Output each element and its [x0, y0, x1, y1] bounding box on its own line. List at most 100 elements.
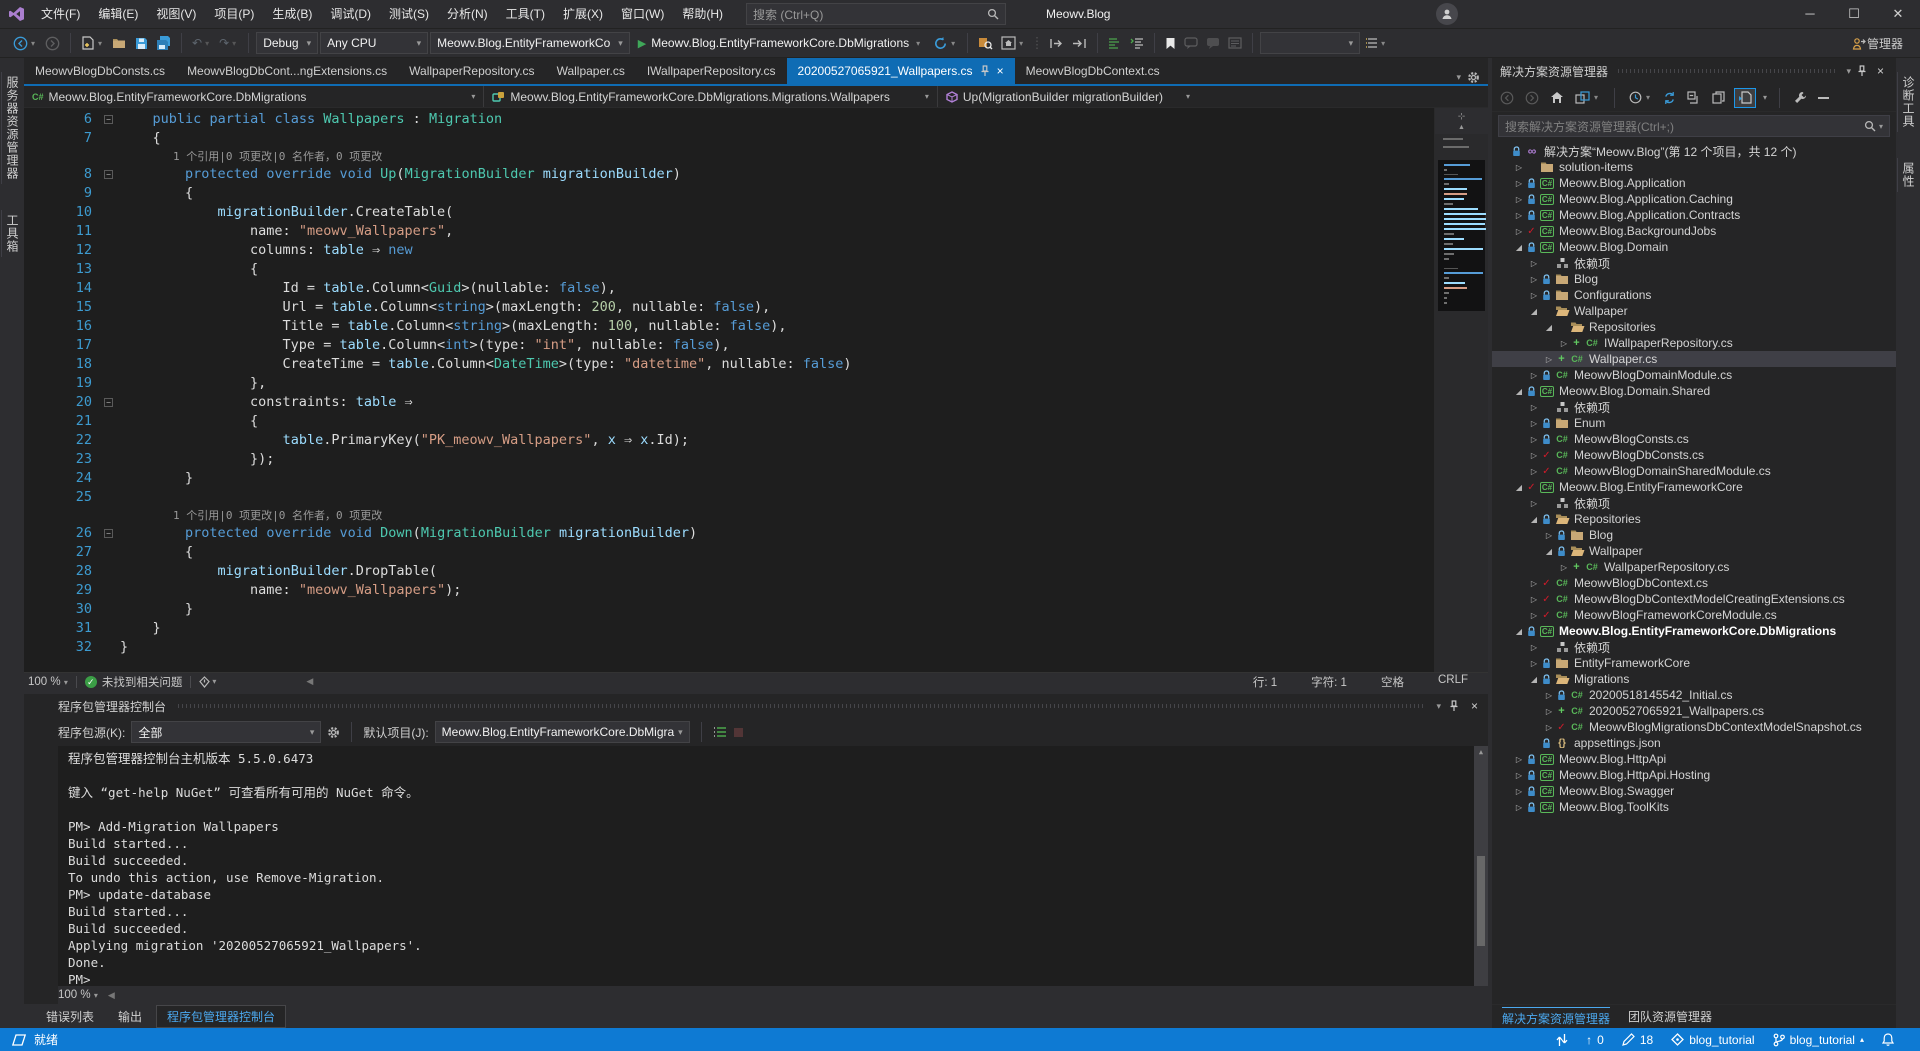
menu-item[interactable]: 视图(V) — [147, 7, 205, 21]
code-line[interactable]: 30 } — [24, 600, 1434, 619]
toggle-outline-button[interactable] — [1225, 31, 1245, 55]
tree-item[interactable]: ◢C#Meowv.Blog.Domain.Shared — [1492, 383, 1896, 399]
chevron-right-icon[interactable]: ▷ — [1528, 595, 1540, 604]
tree-item[interactable]: ◢✓C#Meowv.Blog.EntityFrameworkCore — [1492, 479, 1896, 495]
tree-item[interactable]: ▷✓C#Meowv.Blog.BackgroundJobs — [1492, 223, 1896, 239]
se-refresh-button[interactable] — [1661, 88, 1678, 108]
save-all-button[interactable] — [153, 31, 174, 55]
code-line[interactable]: 19 }, — [24, 374, 1434, 393]
console-scroll-thumb[interactable] — [1477, 856, 1485, 946]
codelens-text[interactable]: 1 个引用|0 项更改|0 名作者，0 项更改 — [120, 148, 382, 165]
pin-icon[interactable] — [1449, 700, 1459, 712]
tree-item[interactable]: ▷依赖项 — [1492, 255, 1896, 271]
panel-tab[interactable]: 错误列表 — [36, 1006, 104, 1027]
splitter-handle-icon[interactable]: ⊹ — [1458, 111, 1466, 122]
panel-tab[interactable]: 输出 — [108, 1006, 152, 1027]
git-branch-button[interactable]: blog_tutorial▴ — [1773, 1033, 1864, 1047]
fold-collapse-icon[interactable]: − — [104, 170, 113, 179]
chevron-expanded-icon[interactable]: ◢ — [1513, 483, 1525, 492]
chevron-right-icon[interactable]: ▷ — [1528, 579, 1540, 588]
code-line[interactable]: 25 — [24, 488, 1434, 507]
se-show-all-files-button[interactable] — [1710, 88, 1727, 108]
tree-item[interactable]: ◢Repositories — [1492, 319, 1896, 335]
chevron-right-icon[interactable]: ▷ — [1558, 339, 1570, 348]
codelens-indicator[interactable]: 1 个引用|0 项更改|0 名作者，0 项更改 — [24, 507, 1434, 524]
save-button[interactable] — [132, 31, 151, 55]
chevron-right-icon[interactable]: ▷ — [1513, 211, 1525, 220]
chevron-expanded-icon[interactable]: ◢ — [1543, 547, 1555, 556]
chevron-right-icon[interactable]: ▷ — [1528, 643, 1540, 652]
bookmark-button[interactable] — [1162, 31, 1179, 55]
chevron-right-icon[interactable]: ▷ — [1543, 531, 1555, 540]
chevron-right-icon[interactable]: ▷ — [1528, 611, 1540, 620]
chevron-right-icon[interactable]: ▷ — [1528, 403, 1540, 412]
code-line[interactable]: 9 { — [24, 184, 1434, 203]
fold-column[interactable]: − — [104, 110, 120, 129]
sidebar-tab-properties[interactable]: 属性 — [1897, 158, 1919, 192]
document-tab[interactable]: MeowvBlogDbConsts.cs — [24, 58, 176, 84]
chevron-right-icon[interactable]: ▷ — [1543, 723, 1555, 732]
se-properties-button[interactable] — [1792, 88, 1809, 108]
search-icon[interactable] — [1864, 120, 1876, 132]
se-forward-button[interactable] — [1523, 88, 1541, 108]
sidebar-tab-diagnostic-tools[interactable]: 诊断工具 — [1897, 72, 1919, 132]
live-share-button[interactable]: 管理器 — [1849, 31, 1906, 55]
editor-scrollbar-map[interactable]: ⊹ ▲ — [1434, 108, 1488, 672]
menu-item[interactable]: 帮助(H) — [673, 7, 732, 21]
navigate-back-button[interactable]: ▾ — [10, 31, 40, 55]
git-repo-button[interactable]: blog_tutorial — [1671, 1033, 1754, 1047]
tree-item[interactable]: ∞解决方案“Meowv.Blog”(第 12 个项目，共 12 个) — [1492, 143, 1896, 159]
start-debug-button[interactable]: ▶ Meowv.Blog.EntityFrameworkCore.DbMigra… — [632, 31, 928, 55]
tree-item[interactable]: ▷依赖项 — [1492, 399, 1896, 415]
chevron-right-icon[interactable]: ▷ — [1528, 659, 1540, 668]
uncomment-button[interactable] — [1203, 31, 1223, 55]
se-preview-button[interactable] — [1816, 88, 1831, 108]
tree-item[interactable]: ▷C#Meowv.Blog.Application.Contracts — [1492, 207, 1896, 223]
tree-item[interactable]: ▷✓C#MeowvBlogDbContextModelCreatingExten… — [1492, 591, 1896, 607]
code-line[interactable]: 28 migrationBuilder.DropTable( — [24, 562, 1434, 581]
document-tab[interactable]: Wallpaper.cs — [546, 58, 636, 84]
tree-item[interactable]: ▷C#Meowv.Blog.HttpApi.Hosting — [1492, 767, 1896, 783]
se-sync-with-active-document-button[interactable] — [1734, 88, 1756, 108]
fold-column[interactable]: − — [104, 524, 120, 543]
find-in-code-button[interactable] — [975, 31, 996, 55]
document-tab[interactable]: MeowvBlogDbCont...ngExtensions.cs — [176, 58, 398, 84]
solution-search-box[interactable]: 搜索解决方案资源管理器(Ctrl+;) ▾ — [1498, 115, 1890, 137]
column-guides-button[interactable] — [1030, 31, 1044, 55]
menu-item[interactable]: 测试(S) — [380, 7, 438, 21]
tab-list-dropdown-icon[interactable]: ▾ — [1456, 72, 1461, 83]
console-hscroll-left-icon[interactable]: ◀ — [108, 990, 115, 1001]
code-line[interactable]: 16 Title = table.Column<string>(maxLengt… — [24, 317, 1434, 336]
tab-pin-icon[interactable] — [980, 65, 990, 77]
se-switch-views-button[interactable]: ▾ — [1573, 88, 1602, 108]
code-line[interactable]: 18 CreateTime = table.Column<DateTime>(t… — [24, 355, 1434, 374]
open-file-button[interactable] — [109, 31, 130, 55]
console-zoom-dropdown[interactable]: 100 % ▾ — [58, 989, 98, 1001]
tree-item[interactable]: ▷依赖项 — [1492, 495, 1896, 511]
notifications-button[interactable] — [1882, 1033, 1894, 1046]
tree-item[interactable]: ▷+C#IWallpaperRepository.cs — [1492, 335, 1896, 351]
line-ending[interactable]: CRLF — [1438, 674, 1468, 690]
document-options-gear-icon[interactable] — [1467, 71, 1480, 84]
fold-collapse-icon[interactable]: − — [104, 115, 113, 124]
tree-item[interactable]: ▷依赖项 — [1492, 639, 1896, 655]
redo-button[interactable]: ↷▾ — [216, 31, 241, 55]
tree-item[interactable]: ▷✓C#MeowvBlogMigrationsDbContextModelSna… — [1492, 719, 1896, 735]
title-drag-texture[interactable] — [1618, 69, 1836, 73]
chevron-right-icon[interactable]: ▷ — [1528, 291, 1540, 300]
tree-item[interactable]: ▷solution-items — [1492, 159, 1896, 175]
quick-search-box[interactable]: 搜索 (Ctrl+Q) — [746, 3, 1006, 25]
chevron-right-icon[interactable]: ▷ — [1558, 563, 1570, 572]
code-line[interactable]: 17 Type = table.Column<int>(type: "int",… — [24, 336, 1434, 355]
fold-column[interactable]: − — [104, 165, 120, 184]
undo-button[interactable]: ↶▾ — [189, 31, 214, 55]
menu-item[interactable]: 扩展(X) — [554, 7, 612, 21]
tree-item[interactable]: ▷Blog — [1492, 527, 1896, 543]
console-scrollbar[interactable]: ▲ — [1474, 746, 1488, 986]
chevron-expanded-icon[interactable]: ◢ — [1543, 323, 1555, 332]
chevron-right-icon[interactable]: ▷ — [1513, 227, 1525, 236]
code-lines[interactable]: 6− public partial class Wallpapers : Mig… — [24, 108, 1434, 672]
chevron-expanded-icon[interactable]: ◢ — [1513, 627, 1525, 636]
tree-item[interactable]: ▷✓C#MeowvBlogFrameworkCoreModule.cs — [1492, 607, 1896, 623]
chevron-right-icon[interactable]: ▷ — [1528, 451, 1540, 460]
